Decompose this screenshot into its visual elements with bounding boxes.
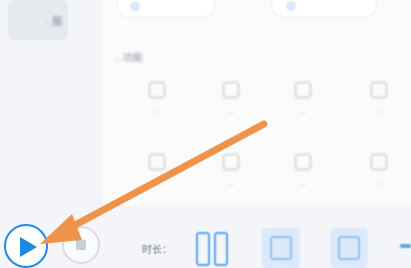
tile-icon xyxy=(223,154,239,170)
tile-icon xyxy=(223,82,239,98)
tile-caption: … xyxy=(153,106,161,115)
tile-icon xyxy=(295,82,311,98)
function-tile[interactable]: … xyxy=(127,82,187,126)
function-tile[interactable]: … xyxy=(127,154,187,198)
mode-tab-left[interactable] xyxy=(117,0,215,18)
tile-icon xyxy=(149,82,165,98)
tile-caption: … xyxy=(227,178,235,187)
function-tile[interactable]: … xyxy=(349,154,409,198)
mode-tab-right[interactable] xyxy=(271,0,377,18)
play-icon xyxy=(20,237,37,257)
duration-more xyxy=(394,228,411,268)
duration-digit xyxy=(194,228,232,268)
tile-caption: … xyxy=(299,106,307,115)
tile-icon xyxy=(149,154,165,170)
function-tile[interactable]: … xyxy=(273,154,333,198)
tile-caption: … xyxy=(227,106,235,115)
stop-button[interactable] xyxy=(62,226,100,264)
play-button[interactable] xyxy=(4,224,48,268)
duration-label: 时长： xyxy=(142,245,172,256)
section-title: …功能 xyxy=(113,53,143,64)
function-tile[interactable]: … xyxy=(201,82,261,126)
tile-icon xyxy=(295,154,311,170)
tile-caption: … xyxy=(153,178,161,187)
tile-caption: … xyxy=(299,178,307,187)
tile-icon xyxy=(371,82,387,98)
function-tile[interactable]: … xyxy=(201,154,261,198)
tile-caption: … xyxy=(375,106,383,115)
function-tile[interactable]: … xyxy=(349,82,409,126)
sidebar-item-label: · 服 xyxy=(46,17,63,28)
tile-icon xyxy=(371,154,387,170)
sidebar-item-selected[interactable]: · 服 xyxy=(8,0,68,40)
mode-tab-icon xyxy=(286,1,296,11)
duration-block[interactable] xyxy=(330,228,368,268)
duration-block[interactable] xyxy=(262,228,300,268)
function-tile[interactable]: … xyxy=(273,82,333,126)
mode-tab-icon xyxy=(130,1,140,11)
stop-icon xyxy=(76,240,86,250)
tile-caption: … xyxy=(375,178,383,187)
